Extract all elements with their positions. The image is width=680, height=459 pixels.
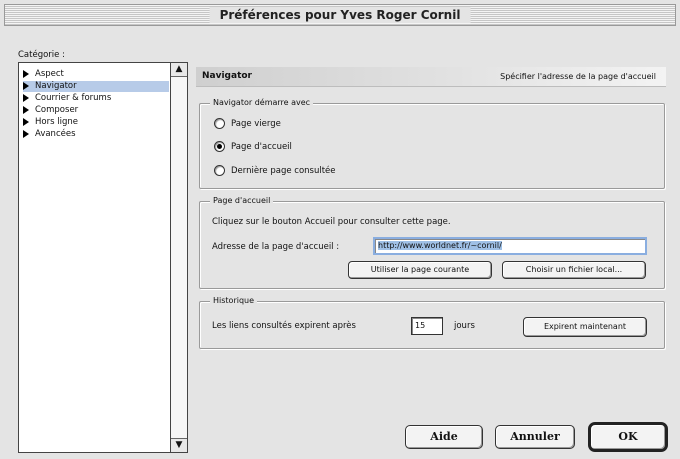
arrow-up-icon[interactable]: ▲ <box>171 63 187 77</box>
disclosure-triangle-icon[interactable] <box>23 129 29 138</box>
category-item-label: Courrier & forums <box>35 93 112 103</box>
category-list[interactable]: Aspect Navigator Courrier & forums Compo… <box>18 62 188 453</box>
startup-group-title: Navigator démarre avec <box>210 98 314 107</box>
history-days-value: 15 <box>415 321 426 330</box>
category-item-aspect[interactable]: Aspect <box>23 69 169 80</box>
disclosure-triangle-icon[interactable] <box>23 69 29 78</box>
panel-description: Spécifier l'adresse de la page d'accueil <box>500 72 656 81</box>
category-item-label: Composer <box>35 105 79 115</box>
category-scrollbar[interactable]: ▲ ▼ <box>170 63 187 452</box>
category-item-composer[interactable]: Composer <box>23 105 169 116</box>
home-address-value: http://www.worldnet.fr/~cornil/ <box>378 241 502 250</box>
radio-last-page[interactable]: Dernière page consultée <box>214 165 336 177</box>
home-page-group: Page d'accueil Cliquez sur le bouton Acc… <box>199 196 665 289</box>
category-item-label: Hors ligne <box>35 117 78 127</box>
choose-local-file-button[interactable]: Choisir un fichier local... <box>502 261 646 279</box>
history-group-title: Historique <box>210 296 258 305</box>
window-title: Préférences pour Yves Roger Cornil <box>209 7 471 23</box>
radio-label: Dernière page consultée <box>231 166 336 176</box>
disclosure-triangle-icon[interactable] <box>23 105 29 114</box>
history-expire-label: Les liens consultés expirent après <box>212 321 356 331</box>
home-address-input[interactable]: http://www.worldnet.fr/~cornil/ <box>373 237 647 255</box>
category-item-navigator[interactable]: Navigator <box>23 81 169 92</box>
startup-group: Navigator démarre avec Page vierge Page … <box>199 98 665 189</box>
disclosure-triangle-icon[interactable] <box>23 117 29 126</box>
category-item-label: Aspect <box>35 69 64 79</box>
home-address-label: Adresse de la page d'accueil : <box>212 242 340 252</box>
category-item-advanced[interactable]: Avancées <box>23 129 169 140</box>
disclosure-triangle-icon[interactable] <box>23 93 29 102</box>
radio-button[interactable] <box>214 141 225 152</box>
history-days-input[interactable]: 15 <box>411 317 443 335</box>
home-page-group-title: Page d'accueil <box>210 196 274 205</box>
expire-now-button[interactable]: Expirent maintenant <box>523 317 647 337</box>
cancel-button[interactable]: Annuler <box>495 425 575 449</box>
category-item-label: Avancées <box>35 129 76 139</box>
ok-button[interactable]: OK <box>588 422 668 452</box>
category-label: Catégorie : <box>18 50 65 60</box>
radio-button[interactable] <box>214 118 225 129</box>
radio-blank-page[interactable]: Page vierge <box>214 118 281 130</box>
radio-label: Page d'accueil <box>231 142 292 152</box>
category-item-mail-news[interactable]: Courrier & forums <box>23 93 169 104</box>
home-instructions: Cliquez sur le bouton Accueil pour consu… <box>212 217 451 227</box>
history-days-unit: jours <box>454 321 475 331</box>
history-group: Historique Les liens consultés expirent … <box>199 296 665 349</box>
panel-title: Navigator <box>202 71 252 81</box>
help-button[interactable]: Aide <box>405 425 483 449</box>
preferences-window: Préférences pour Yves Roger Cornil Catég… <box>0 0 680 459</box>
category-item-offline[interactable]: Hors ligne <box>23 117 169 128</box>
radio-button[interactable] <box>214 165 225 176</box>
panel-header: Navigator Spécifier l'adresse de la page… <box>196 67 666 87</box>
category-item-label: Navigator <box>35 81 77 91</box>
disclosure-triangle-icon[interactable] <box>23 81 29 90</box>
arrow-down-icon[interactable]: ▼ <box>171 438 187 452</box>
title-bar[interactable]: Préférences pour Yves Roger Cornil <box>4 4 676 26</box>
radio-label: Page vierge <box>231 119 281 129</box>
radio-home-page[interactable]: Page d'accueil <box>214 141 292 153</box>
use-current-page-button[interactable]: Utiliser la page courante <box>348 261 492 279</box>
